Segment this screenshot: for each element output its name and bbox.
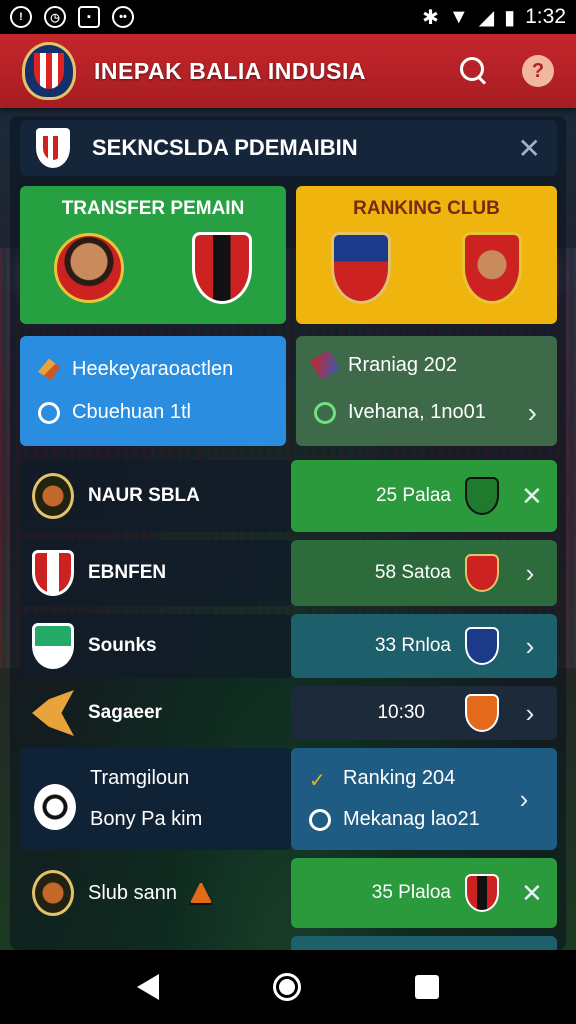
club-badge-icon <box>465 874 499 912</box>
status-bar: ! ◷ ▪ •• ✱ ▼ ◢ ▮ 1:32 <box>0 0 576 34</box>
club-logo-icon <box>32 550 74 596</box>
at-icon <box>38 401 60 424</box>
player-avatar <box>54 233 124 303</box>
row-value: 25 Palaa <box>375 485 451 506</box>
image-icon: ▪ <box>78 6 100 28</box>
info-right-line2: Ivehana, 1no01 <box>348 401 486 423</box>
ball-icon <box>34 784 76 830</box>
notification-icon: ! <box>10 6 32 28</box>
club-badge-icon <box>465 554 499 592</box>
list-item[interactable]: Sagaeer 10:30 › <box>20 686 557 740</box>
back-icon[interactable] <box>137 974 159 1000</box>
info-card-left[interactable]: Heekeyaraoactlen Cbuehuan 1tl <box>20 336 286 446</box>
status-time: 1:32 <box>525 5 566 28</box>
club-badge-icon <box>465 627 499 665</box>
info-left-line1: Heekeyaraoactlen <box>72 358 234 380</box>
combo-right-line1: Ranking 204 <box>343 767 456 789</box>
battery-icon: ▮ <box>504 6 516 29</box>
check-icon: ✓ <box>309 769 326 792</box>
warning-icon <box>188 881 213 905</box>
home-icon[interactable] <box>273 973 301 1001</box>
messenger-icon: •• <box>112 6 134 28</box>
app-header: INEPAK BALIA INDUSIA ? <box>0 34 576 108</box>
row-value: 33 Rnloa <box>374 635 451 656</box>
combo-right-line2: Mekanag lao21 <box>343 808 480 830</box>
list-item[interactable]: NAUR SBLA 25 Palaa ✕ <box>20 460 557 532</box>
eagle-icon <box>32 690 74 736</box>
refresh-icon <box>309 808 331 831</box>
club-shield-icon <box>192 232 252 304</box>
player-badge-icon <box>461 232 522 304</box>
row-name: Slub sann <box>88 881 177 904</box>
transfer-card[interactable]: TRANSFER PEMAIN <box>20 186 286 324</box>
chevron-right-icon[interactable]: › <box>515 784 533 815</box>
list-item[interactable]: EBNFEN 58 Satoa › <box>20 540 557 606</box>
club-crest-icon <box>36 128 70 168</box>
recent-apps-icon[interactable] <box>415 975 439 999</box>
row-name: NAUR SBLA <box>88 485 200 506</box>
check-icon <box>314 401 336 424</box>
row-name: Sagaeer <box>88 702 162 723</box>
list-item-partial <box>20 936 557 950</box>
app-logo[interactable] <box>22 42 76 100</box>
combo-row[interactable]: Tramgiloun Bony Pa kim ✓ Ranking 204 Meka… <box>20 748 557 850</box>
panel-header: SEKNCSLDA PDEMAIBIN ✕ <box>20 120 557 176</box>
bird-icon <box>38 358 60 381</box>
ranking-card[interactable]: RANKING CLUB <box>296 186 557 324</box>
chevron-right-icon[interactable]: › <box>521 698 539 729</box>
close-icon[interactable]: ✕ <box>521 481 543 512</box>
club-crest-icon <box>331 232 392 304</box>
chevron-right-icon[interactable]: › <box>521 631 539 662</box>
info-card-right[interactable]: Rraniag 202 Ivehana, 1no01 › <box>296 336 557 446</box>
row-name: EBNFEN <box>88 562 167 583</box>
combo-left-line2: Bony Pa kim <box>90 808 203 830</box>
chevron-right-icon[interactable]: › <box>528 397 537 429</box>
info-left-line2: Cbuehuan 1tl <box>72 401 191 423</box>
transfer-card-title: TRANSFER PEMAIN <box>61 198 245 219</box>
help-icon[interactable]: ? <box>522 55 554 87</box>
app-title: INEPAK BALIA INDUSIA <box>94 57 366 84</box>
row-name: Sounks <box>88 635 157 656</box>
info-right-line1: Rraniag 202 <box>348 353 457 376</box>
combo-left-line1: Tramgiloun <box>90 767 190 789</box>
panel-title: SEKNCSLDA PDEMAIBIN <box>92 135 358 160</box>
chevron-right-icon[interactable]: › <box>521 558 539 589</box>
clock-icon: ◷ <box>44 6 66 28</box>
list-item[interactable]: Slub sann 35 Plaloa ✕ <box>20 858 557 928</box>
signal-icon: ◢ <box>478 6 495 29</box>
club-badge-icon <box>465 694 499 732</box>
club-logo-icon <box>32 623 74 669</box>
club-logo-icon <box>32 870 74 916</box>
bluetooth-icon: ✱ <box>422 6 439 29</box>
search-icon[interactable] <box>458 55 490 87</box>
close-icon[interactable]: ✕ <box>521 878 543 909</box>
row-value: 35 Plaloa <box>371 882 451 903</box>
list-item[interactable]: Sounks 33 Rnloa › <box>20 614 557 678</box>
row-value: 58 Satoa <box>374 562 451 583</box>
main-panel: SEKNCSLDA PDEMAIBIN ✕ TRANSFER PEMAIN RA… <box>10 116 566 950</box>
close-icon[interactable]: ✕ <box>518 132 541 165</box>
system-nav-bar <box>0 950 576 1024</box>
row-value: 10:30 <box>377 702 425 723</box>
wifi-icon: ▼ <box>448 5 469 28</box>
ranking-card-title: RANKING CLUB <box>353 198 500 219</box>
club-badge-icon <box>465 477 499 515</box>
tag-icon <box>309 349 341 381</box>
club-logo-icon <box>32 473 74 519</box>
